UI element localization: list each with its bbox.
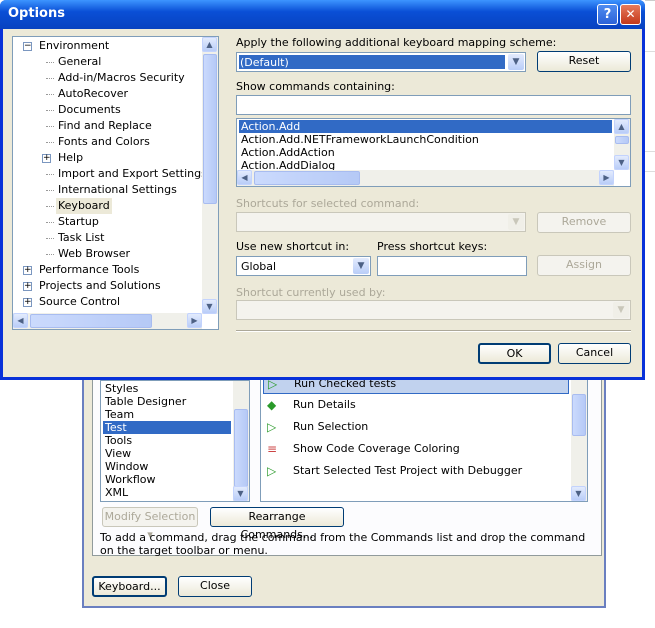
expand-icon[interactable]: + — [42, 154, 51, 163]
command-item[interactable]: ▷ Start Selected Test Project with Debugg… — [263, 460, 569, 482]
tree-item[interactable]: AutoRecover — [56, 86, 130, 102]
command-list-item[interactable]: Action.Add.NETFrameworkLaunchCondition — [239, 133, 612, 146]
rearrange-commands-button[interactable]: Rearrange Commands... — [210, 507, 344, 541]
used-by-label: Shortcut currently used by: — [236, 286, 386, 299]
tree-item[interactable]: Task List — [56, 230, 106, 246]
expand-icon[interactable]: + — [23, 282, 32, 291]
reset-button[interactable]: Reset — [537, 51, 631, 72]
tree-line — [46, 94, 54, 95]
command-list-item[interactable]: Action.AddAction — [239, 146, 612, 159]
tree-item[interactable]: Web Browser — [56, 246, 132, 262]
tree-line — [46, 126, 54, 127]
background-window-edge — [645, 0, 655, 380]
category-list-item[interactable]: Styles — [103, 382, 231, 395]
tree-item[interactable]: Environment — [37, 38, 111, 54]
tree-line — [46, 174, 54, 175]
used-by-select: ▼ — [236, 300, 631, 320]
assign-button: Assign — [537, 255, 631, 276]
options-tree[interactable]: − Environment General Add-in/Macros Securit… — [12, 36, 219, 330]
title-bar: Options ? ✕ — [0, 0, 645, 29]
tree-item[interactable]: International Settings — [56, 182, 179, 198]
commands-list[interactable]: ▷Run▷Run Checked tests◆Run Details▷Run S… — [260, 354, 588, 502]
close-button[interactable]: Close — [178, 576, 252, 597]
tree-item[interactable]: Startup — [56, 214, 101, 230]
run-selection-icon: ▷ — [267, 420, 277, 434]
shortcuts-select: ▼ — [236, 212, 526, 232]
command-label: Start Selected Test Project with Debugge… — [293, 464, 523, 477]
expand-icon[interactable]: + — [23, 266, 32, 275]
category-list-item[interactable]: Tools — [103, 434, 231, 447]
ok-button[interactable]: OK — [478, 343, 551, 364]
press-keys-label: Press shortcut keys: — [377, 240, 488, 253]
expand-icon[interactable]: + — [23, 298, 32, 307]
tree-line — [46, 78, 54, 79]
command-label: Show Code Coverage Coloring — [293, 442, 460, 455]
category-list-item[interactable]: Window — [103, 460, 231, 473]
chevron-down-icon: ▼ — [508, 54, 524, 70]
tree-item[interactable]: General — [56, 54, 103, 70]
category-list-item[interactable]: Workflow — [103, 473, 231, 486]
use-in-label: Use new shortcut in: — [236, 240, 350, 253]
command-item[interactable]: ▷ Run Selection — [263, 416, 569, 438]
code-coverage-icon: ≡ — [267, 442, 278, 456]
tree-line — [46, 238, 54, 239]
tree-item[interactable]: Import and Export Settings — [56, 166, 209, 182]
tree-item[interactable]: Fonts and Colors — [56, 134, 152, 150]
tree-line — [46, 206, 54, 207]
tree-line — [46, 222, 54, 223]
mapping-scheme-select[interactable]: (Default) ▼ — [236, 52, 526, 72]
command-item[interactable]: ◆ Run Details — [263, 394, 569, 416]
keyboard-button[interactable]: Keyboard... — [92, 576, 167, 597]
category-list-item[interactable]: Team — [103, 408, 231, 421]
tree-item[interactable]: Performance Tools — [37, 262, 141, 278]
category-list-item[interactable]: XML — [103, 486, 231, 499]
command-list-item[interactable]: Action.Add — [239, 120, 612, 133]
window-title: Options — [8, 6, 65, 21]
show-commands-label: Show commands containing: — [236, 80, 395, 93]
customize-hint: To add a command, drag the command from … — [100, 531, 586, 557]
category-list-item[interactable]: View — [103, 447, 231, 460]
tree-item[interactable]: Help — [56, 150, 85, 166]
shortcuts-label: Shortcuts for selected command: — [236, 197, 420, 210]
command-label: Run Selection — [293, 420, 369, 433]
categories-list[interactable]: Styles Table Designer Team Test Tools View Win… — [100, 380, 250, 502]
command-label: Run Details — [293, 398, 356, 411]
options-dialog: Options ? ✕ − Environment General Add-in/Ma… — [0, 0, 645, 380]
mapping-scheme-label: Apply the following additional keyboard … — [236, 36, 557, 49]
collapse-icon[interactable]: − — [23, 42, 32, 51]
customize-dialog: Styles Table Designer Team Test Tools View Win… — [82, 354, 606, 608]
tree-item[interactable]: Add-in/Macros Security — [56, 70, 187, 86]
close-window-button[interactable]: ✕ — [620, 4, 641, 25]
tree-item[interactable]: Projects and Solutions — [37, 278, 163, 294]
category-list-item[interactable]: Test — [103, 421, 231, 434]
tree-line — [46, 110, 54, 111]
tree-item[interactable]: Keyboard — [56, 198, 112, 214]
cancel-button[interactable]: Cancel — [558, 343, 631, 364]
tree-line — [46, 190, 54, 191]
divider — [236, 330, 631, 332]
modify-selection-button: Modify Selection ▾ — [102, 507, 198, 541]
show-commands-input[interactable] — [236, 95, 631, 115]
chevron-down-icon: ▼ — [353, 258, 369, 274]
tree-item[interactable]: Source Control — [37, 294, 122, 310]
tree-line — [46, 62, 54, 63]
use-in-select[interactable]: Global ▼ — [236, 256, 371, 276]
command-item[interactable]: ≡ Show Code Coverage Coloring — [263, 438, 569, 460]
help-button[interactable]: ? — [597, 4, 618, 25]
tree-line — [46, 142, 54, 143]
press-keys-input[interactable] — [377, 256, 527, 276]
run-details-icon: ◆ — [267, 398, 277, 412]
tree-item[interactable]: Find and Replace — [56, 118, 154, 134]
category-list-item[interactable]: Table Designer — [103, 395, 231, 408]
tree-item[interactable]: Documents — [56, 102, 123, 118]
commands-listbox[interactable]: Action.Add Action.Add.NETFrameworkLaunchC… — [236, 118, 631, 187]
tree-line — [46, 254, 54, 255]
debug-test-icon: ▷ — [267, 464, 277, 478]
remove-button: Remove — [537, 212, 631, 233]
